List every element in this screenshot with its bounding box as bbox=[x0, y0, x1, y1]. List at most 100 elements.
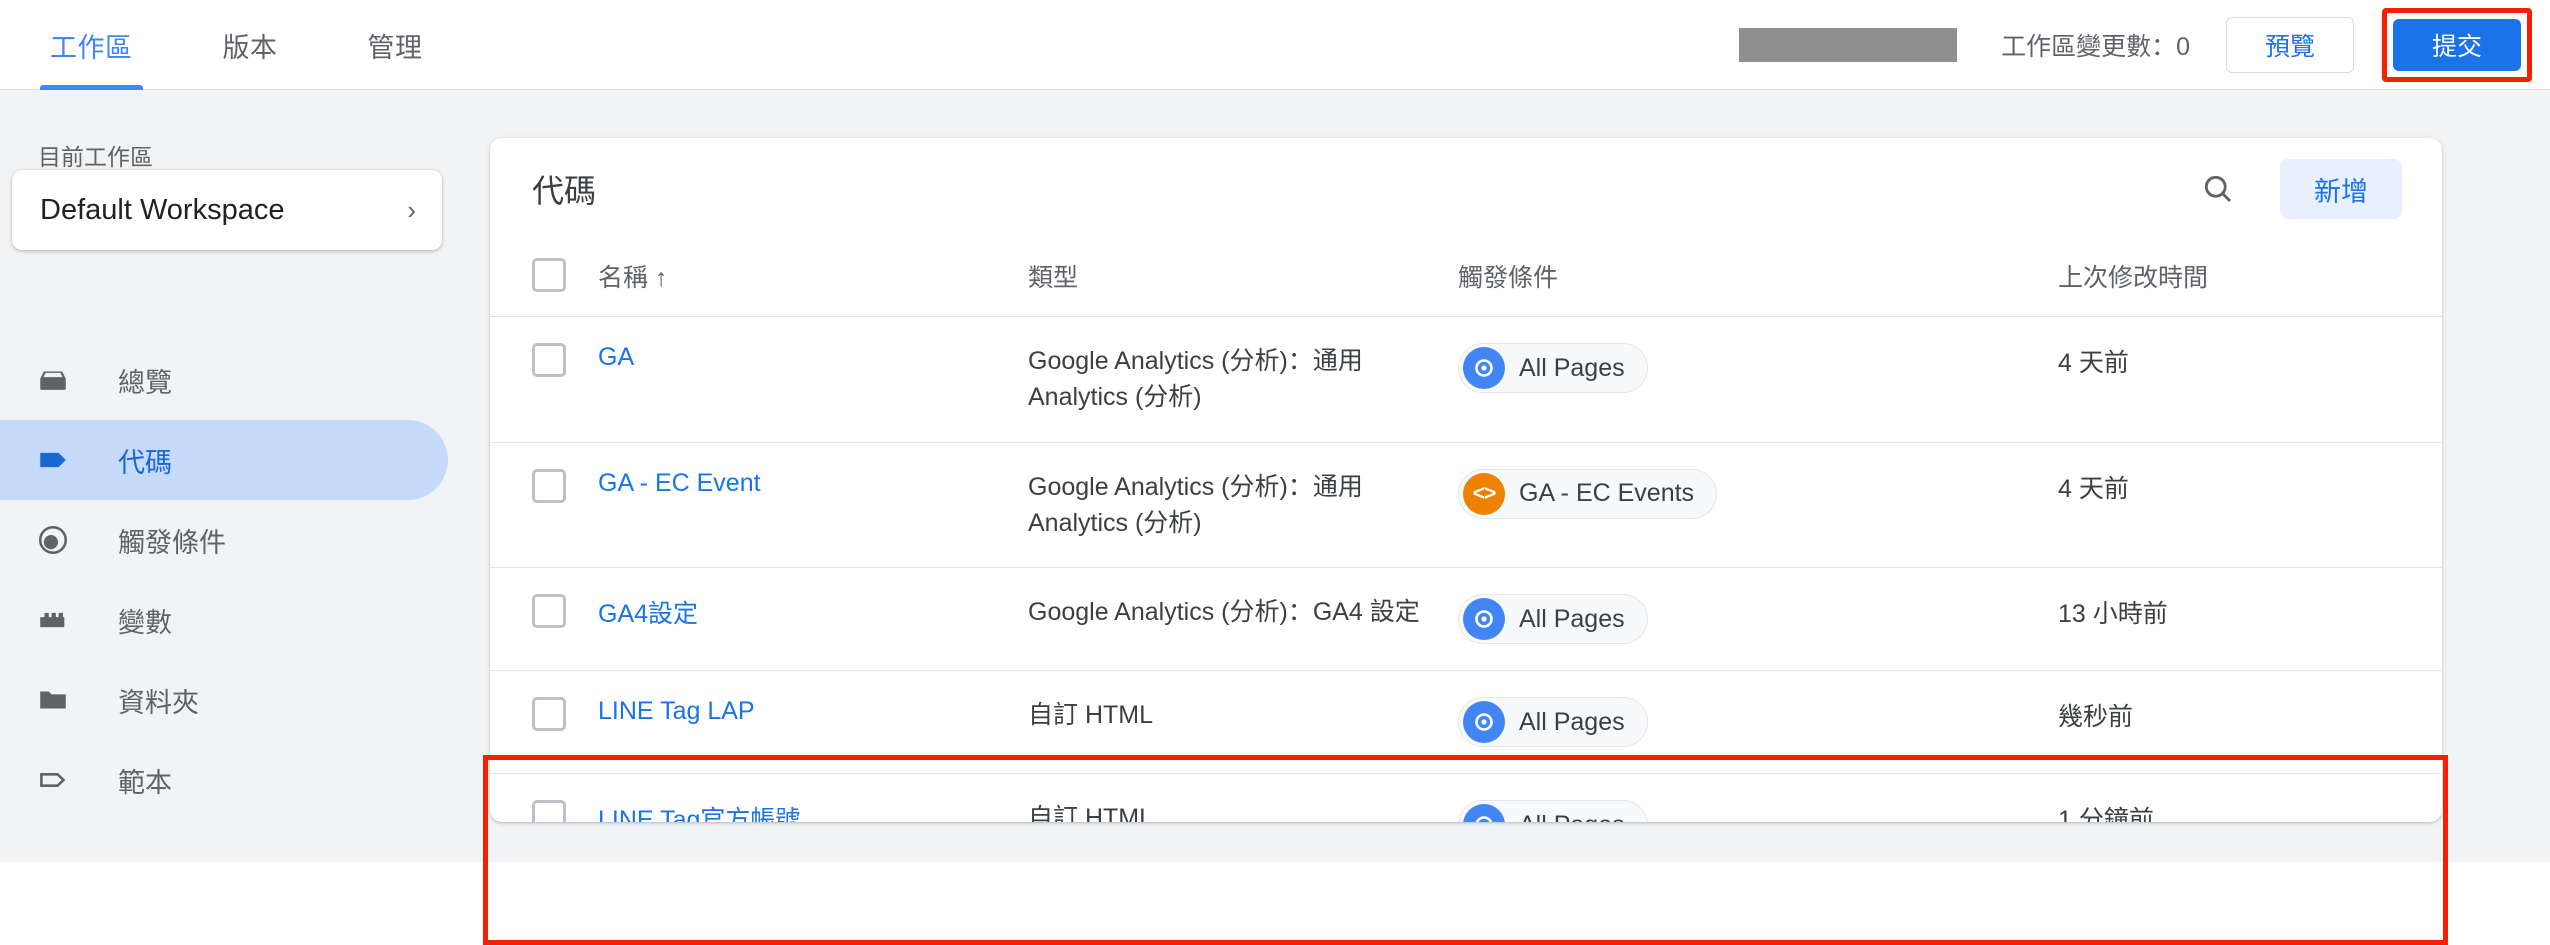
tag-name-link[interactable]: LINE Tag LAP bbox=[598, 697, 755, 725]
sidebar-item-variables[interactable]: 變數 bbox=[0, 580, 480, 660]
overview-icon bbox=[36, 363, 70, 397]
select-all-header bbox=[490, 240, 598, 317]
workspace-name: Default Workspace bbox=[40, 193, 285, 226]
row-type-cell: Google Analytics (分析)：通用 Analytics (分析) bbox=[1028, 442, 1458, 568]
sidebar-item-triggers[interactable]: 觸發條件 bbox=[0, 500, 480, 580]
row-select-cell bbox=[490, 442, 598, 568]
sidebar-item-triggers-label: 觸發條件 bbox=[118, 527, 226, 558]
row-checkbox[interactable] bbox=[532, 697, 566, 731]
row-trigger-cell: All Pages bbox=[1458, 316, 2058, 443]
sidebar-item-tags[interactable]: 代碼 bbox=[0, 420, 448, 500]
top-tabs: 工作區 版本 管理 bbox=[40, 0, 433, 90]
page-title: 代碼 bbox=[532, 173, 597, 209]
tab-versions-label: 版本 bbox=[222, 32, 278, 63]
trigger-chip-label: All Pages bbox=[1519, 707, 1625, 736]
tags-card: 代碼 新增 名稱 ↑ 類型 觸發條件 上次修改時間 GA Google Anal… bbox=[490, 138, 2442, 822]
trigger-chip-label: All Pages bbox=[1519, 353, 1625, 382]
table-row[interactable]: LINE Tag官方帳號 自訂 HTML All Pages bbox=[490, 774, 2442, 822]
preview-button-label: 預覽 bbox=[2264, 33, 2315, 61]
trigger-chip[interactable]: All Pages bbox=[1458, 697, 1648, 747]
template-icon bbox=[36, 763, 70, 797]
submit-button-label: 提交 bbox=[2431, 33, 2482, 61]
tags-table: 名稱 ↑ 類型 觸發條件 上次修改時間 GA Google Analytics … bbox=[490, 240, 2442, 822]
add-tag-button[interactable]: 新增 bbox=[2280, 159, 2402, 219]
row-trigger-cell: All Pages bbox=[1458, 774, 2058, 822]
workspace-selector[interactable]: Default Workspace › bbox=[12, 170, 442, 250]
column-header-modified[interactable]: 上次修改時間 bbox=[2058, 240, 2442, 317]
row-name-cell: GA4設定 bbox=[598, 567, 1028, 671]
tags-table-head: 名稱 ↑ 類型 觸發條件 上次修改時間 bbox=[490, 240, 2442, 317]
trigger-chip-label: GA - EC Events bbox=[1519, 479, 1695, 507]
sidebar-item-overview[interactable]: 總覽 bbox=[0, 340, 480, 420]
trigger-chip[interactable]: <> GA - EC Events bbox=[1458, 468, 1718, 519]
code-brackets-glyph: <> bbox=[1472, 481, 1497, 505]
row-name-cell: GA - EC Event bbox=[598, 442, 1028, 568]
submit-button[interactable]: 提交 bbox=[2393, 19, 2521, 71]
tag-name-link[interactable]: GA4設定 bbox=[598, 600, 698, 628]
column-header-trigger[interactable]: 觸發條件 bbox=[1458, 240, 2058, 317]
top-bar-actions: 工作區變更數：0 預覽 提交 bbox=[1739, 0, 2550, 90]
tab-workspace[interactable]: 工作區 bbox=[40, 0, 143, 90]
trigger-chip-label: All Pages bbox=[1519, 604, 1625, 633]
page-body: 目前工作區 Default Workspace › 總覽 代碼 觸發條件 變數 … bbox=[0, 90, 2550, 945]
row-name-cell: LINE Tag官方帳號 bbox=[598, 774, 1028, 822]
column-header-name[interactable]: 名稱 ↑ bbox=[598, 240, 1028, 317]
row-type-cell: Google Analytics (分析)：通用 Analytics (分析) bbox=[1028, 316, 1458, 443]
custom-event-icon: <> bbox=[1463, 472, 1505, 515]
table-row[interactable]: GA4設定 Google Analytics (分析)：GA4 設定 All P… bbox=[490, 567, 2442, 671]
tag-name-link[interactable]: GA bbox=[598, 343, 634, 371]
workspace-change-count: 工作區變更數：0 bbox=[2001, 33, 2190, 61]
redacted-container-id bbox=[1739, 28, 1958, 62]
folder-icon bbox=[36, 683, 70, 717]
row-select-cell bbox=[490, 774, 598, 822]
trigger-chip[interactable]: All Pages bbox=[1458, 594, 1648, 644]
trigger-chip[interactable]: All Pages bbox=[1458, 800, 1648, 822]
tab-admin[interactable]: 管理 bbox=[358, 0, 433, 90]
row-select-cell bbox=[490, 316, 598, 443]
trigger-chip[interactable]: All Pages bbox=[1458, 343, 1648, 393]
pageview-icon bbox=[1463, 804, 1505, 822]
row-checkbox[interactable] bbox=[532, 468, 566, 503]
sidebar-item-templates-label: 範本 bbox=[118, 767, 172, 798]
table-row[interactable]: GA - EC Event Google Analytics (分析)：通用 A… bbox=[490, 442, 2442, 568]
sidebar: 目前工作區 Default Workspace › 總覽 代碼 觸發條件 變數 … bbox=[0, 90, 480, 862]
table-row[interactable]: GA Google Analytics (分析)：通用 Analytics (分… bbox=[490, 316, 2442, 443]
sidebar-item-folders[interactable]: 資料夾 bbox=[0, 660, 480, 740]
row-name-cell: LINE Tag LAP bbox=[598, 670, 1028, 774]
chevron-right-icon: › bbox=[407, 195, 416, 225]
row-modified-cell: 4 天前 bbox=[2058, 442, 2442, 568]
row-checkbox[interactable] bbox=[532, 594, 566, 628]
tab-workspace-label: 工作區 bbox=[50, 32, 133, 63]
search-icon[interactable] bbox=[2190, 161, 2246, 217]
row-type-cell: 自訂 HTML bbox=[1028, 804, 1154, 822]
variable-icon bbox=[36, 603, 70, 637]
row-checkbox[interactable] bbox=[532, 800, 566, 822]
tag-name-link[interactable]: LINE Tag官方帳號 bbox=[598, 806, 800, 822]
sidebar-item-templates[interactable]: 範本 bbox=[0, 740, 480, 820]
row-trigger-cell: All Pages bbox=[1458, 567, 2058, 671]
preview-button[interactable]: 預覽 bbox=[2226, 17, 2354, 73]
row-type-cell: Google Analytics (分析)：GA4 設定 bbox=[1028, 567, 1458, 671]
row-select-cell bbox=[490, 670, 598, 774]
select-all-checkbox[interactable] bbox=[532, 258, 566, 292]
current-workspace-label: 目前工作區 bbox=[38, 144, 153, 170]
row-modified-cell: 幾秒前 bbox=[2058, 670, 2442, 774]
column-header-type[interactable]: 類型 bbox=[1028, 240, 1458, 317]
table-row[interactable]: LINE Tag LAP 自訂 HTML All Pages 幾秒前 bbox=[490, 670, 2442, 774]
sidebar-item-variables-label: 變數 bbox=[118, 607, 172, 638]
sidebar-nav: 總覽 代碼 觸發條件 變數 資料夾 範本 bbox=[0, 340, 480, 820]
row-modified-cell: 1 分鐘前 bbox=[2058, 806, 2154, 822]
row-trigger-cell: All Pages bbox=[1458, 670, 2058, 774]
tab-versions[interactable]: 版本 bbox=[213, 0, 288, 90]
trigger-icon bbox=[36, 523, 70, 557]
sidebar-item-tags-label: 代碼 bbox=[118, 447, 172, 478]
pageview-icon bbox=[1463, 701, 1505, 743]
tag-name-link[interactable]: GA - EC Event bbox=[598, 469, 761, 497]
pageview-icon bbox=[1463, 347, 1505, 389]
pageview-icon bbox=[1463, 598, 1505, 640]
row-checkbox[interactable] bbox=[532, 343, 566, 377]
tag-icon bbox=[36, 443, 70, 477]
top-bar: 工作區 版本 管理 工作區變更數：0 預覽 提交 bbox=[0, 0, 2550, 90]
row-modified-cell: 4 天前 bbox=[2058, 316, 2442, 443]
sidebar-item-folders-label: 資料夾 bbox=[118, 687, 199, 718]
